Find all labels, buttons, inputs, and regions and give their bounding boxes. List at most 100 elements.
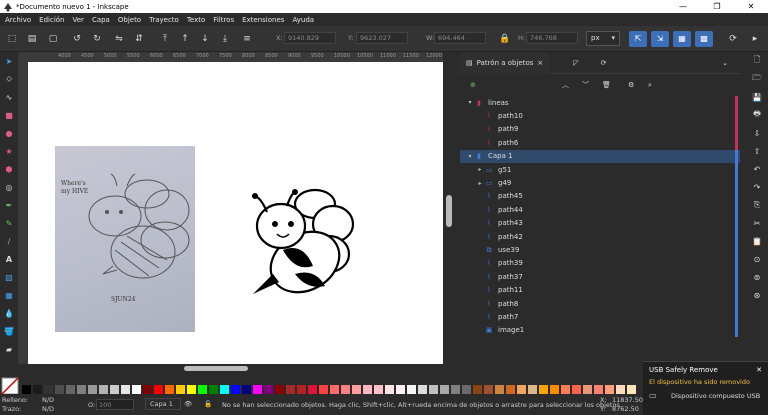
- lower-icon[interactable]: ↓: [198, 32, 212, 46]
- tree-row[interactable]: ⌇ path37: [460, 270, 740, 284]
- add-layer-icon[interactable]: ⊕: [470, 81, 476, 89]
- color-swatch[interactable]: [451, 385, 460, 394]
- selector-tool-icon[interactable]: ➤: [0, 52, 18, 70]
- zoom-page-icon[interactable]: ⊛: [746, 286, 768, 304]
- tab-pattern-to-objects[interactable]: ▤ Patrón a objetos ×: [460, 51, 550, 74]
- color-swatch[interactable]: [66, 385, 75, 394]
- cut-icon[interactable]: ✂: [746, 214, 768, 232]
- horizontal-scroll-thumb[interactable]: [184, 366, 248, 371]
- bee-vector-drawing[interactable]: [243, 182, 363, 302]
- tree-row[interactable]: ⌇ path44: [460, 203, 740, 217]
- align-icon[interactable]: ≡: [240, 32, 254, 46]
- tree-row[interactable]: ▾ ▮ lineas: [460, 96, 740, 110]
- zoom-selection-icon[interactable]: ⊙: [746, 250, 768, 268]
- expanded-triangle-icon[interactable]: ▾: [466, 153, 474, 160]
- color-swatch[interactable]: [99, 385, 108, 394]
- rotate-cw-icon[interactable]: ↻: [90, 32, 104, 46]
- layer-select[interactable]: Capa 1: [145, 398, 181, 410]
- color-swatch[interactable]: [187, 385, 196, 394]
- color-swatch[interactable]: [594, 385, 603, 394]
- color-swatch[interactable]: [407, 385, 416, 394]
- sketch-photo-image[interactable]: Where's my HIVE SJUN24: [55, 146, 195, 332]
- color-swatch[interactable]: [242, 385, 251, 394]
- spiral-tool-icon[interactable]: ◎: [0, 178, 18, 196]
- paint-bucket-tool-icon[interactable]: 🪣: [0, 322, 18, 340]
- raise-to-top-icon[interactable]: ⤒: [158, 32, 172, 46]
- w-field[interactable]: 694.464: [434, 32, 486, 44]
- color-swatch[interactable]: [572, 385, 581, 394]
- no-paint-icon[interactable]: [1, 377, 19, 395]
- color-swatch[interactable]: [308, 385, 317, 394]
- select-all-layers-icon[interactable]: ▤: [25, 32, 39, 46]
- color-swatch[interactable]: [484, 385, 493, 394]
- color-swatch[interactable]: [616, 385, 625, 394]
- color-swatch[interactable]: [396, 385, 405, 394]
- calligraphy-tool-icon[interactable]: ∕: [0, 232, 18, 250]
- color-swatch[interactable]: [561, 385, 570, 394]
- menu-item[interactable]: Trayecto: [149, 16, 179, 24]
- tree-row[interactable]: ⌇ path39: [460, 256, 740, 271]
- toast-close-icon[interactable]: ✕: [756, 366, 762, 374]
- menu-item[interactable]: Texto: [187, 16, 205, 24]
- menu-item[interactable]: Ayuda: [292, 16, 314, 24]
- x-field[interactable]: 9140.829: [284, 32, 336, 44]
- color-swatch[interactable]: [517, 385, 526, 394]
- color-swatch[interactable]: [429, 385, 438, 394]
- color-swatch[interactable]: [297, 385, 306, 394]
- save-icon[interactable]: 💾: [746, 88, 768, 106]
- text-tool-icon[interactable]: A: [0, 250, 18, 268]
- tree-row[interactable]: ⌇ path43: [460, 216, 740, 230]
- menu-item[interactable]: Archivo: [5, 16, 31, 24]
- color-swatch[interactable]: [154, 385, 163, 394]
- color-swatch[interactable]: [319, 385, 328, 394]
- vertical-scrollbar[interactable]: [443, 52, 456, 364]
- color-swatch[interactable]: [33, 385, 42, 394]
- color-swatch[interactable]: [462, 385, 471, 394]
- tree-row[interactable]: ⌇ path45: [460, 189, 740, 204]
- mesh-tool-icon[interactable]: ▦: [0, 286, 18, 304]
- color-swatch[interactable]: [440, 385, 449, 394]
- commands-icon[interactable]: ▸: [748, 32, 762, 46]
- color-swatch[interactable]: [165, 385, 174, 394]
- tree-row[interactable]: ⌇ path10: [460, 109, 740, 123]
- import-icon[interactable]: ⇩: [746, 124, 768, 142]
- color-swatch[interactable]: [176, 385, 185, 394]
- y-field[interactable]: 9623.027: [356, 32, 408, 44]
- menu-item[interactable]: Filtros: [213, 16, 234, 24]
- redo-icon[interactable]: ↷: [746, 178, 768, 196]
- tree-row[interactable]: ⌇ path9: [460, 122, 740, 137]
- search-icon[interactable]: ⌕: [648, 81, 652, 90]
- open-document-icon[interactable]: 🗁: [746, 70, 768, 88]
- tree-row[interactable]: ⌇ path7: [460, 310, 740, 324]
- color-swatch[interactable]: [209, 385, 218, 394]
- print-icon[interactable]: 🖶: [746, 106, 768, 124]
- color-swatch[interactable]: [495, 385, 504, 394]
- color-swatch[interactable]: [110, 385, 119, 394]
- color-swatch[interactable]: [506, 385, 515, 394]
- star-tool-icon[interactable]: ★: [0, 142, 18, 160]
- tree-row[interactable]: ⌇ path42: [460, 230, 740, 244]
- color-swatch[interactable]: [253, 385, 262, 394]
- h-field[interactable]: 746.768: [526, 32, 578, 44]
- color-swatch[interactable]: [539, 385, 548, 394]
- menu-item[interactable]: Capa: [92, 16, 110, 24]
- node-tool-icon[interactable]: ⬦: [0, 70, 18, 88]
- canvas[interactable]: Where's my HIVE SJUN24: [28, 62, 443, 364]
- move-up-icon[interactable]: ︿: [562, 80, 569, 90]
- tree-row[interactable]: ⧉ use39: [460, 243, 740, 257]
- move-gradients-icon[interactable]: ▦: [673, 31, 691, 47]
- menu-item[interactable]: Objeto: [118, 16, 141, 24]
- layer-visibility-icon[interactable]: 👁: [184, 400, 192, 408]
- color-swatch[interactable]: [352, 385, 361, 394]
- paste-icon[interactable]: 📋: [746, 232, 768, 250]
- new-document-icon[interactable]: 🗋: [746, 52, 768, 70]
- color-swatch[interactable]: [363, 385, 372, 394]
- maximize-button[interactable]: ❐: [700, 0, 734, 13]
- tree-row[interactable]: ⌇ path8: [460, 297, 740, 311]
- panel-menu-chevron-icon[interactable]: ⌄: [716, 52, 734, 74]
- color-swatch[interactable]: [330, 385, 339, 394]
- fill-value[interactable]: N/D: [42, 396, 54, 404]
- zoom-drawing-icon[interactable]: ⊚: [746, 268, 768, 286]
- minimize-button[interactable]: —: [666, 0, 700, 13]
- pencil-tool-icon[interactable]: ✎: [0, 214, 18, 232]
